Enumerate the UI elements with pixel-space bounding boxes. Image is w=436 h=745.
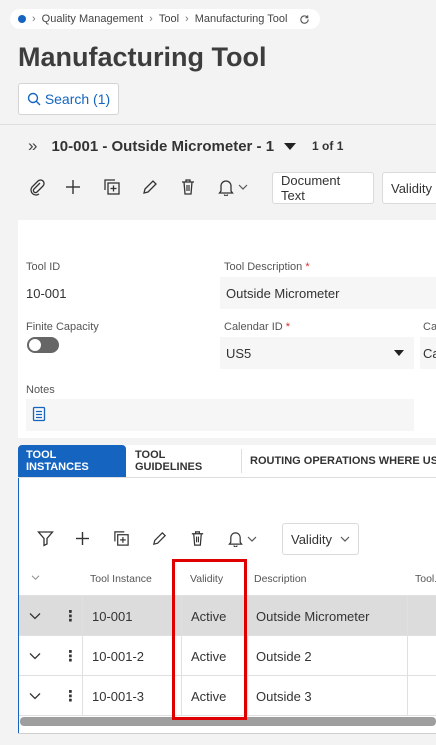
column-header-description[interactable]: Description xyxy=(254,573,307,585)
grid-validity-label: Validity xyxy=(291,531,332,547)
required-asterisk: * xyxy=(305,261,310,273)
dropdown-caret-icon xyxy=(394,350,404,356)
breadcrumb: › Quality Management › Tool › Manufactur… xyxy=(10,9,321,29)
record-title[interactable]: 10-001 - Outside Micrometer - 1 xyxy=(51,138,274,155)
tool-id-value: 10-001 xyxy=(26,286,67,301)
refresh-icon[interactable] xyxy=(299,14,310,25)
notes-field[interactable] xyxy=(26,399,414,431)
document-note-icon[interactable] xyxy=(32,406,46,422)
expand-all-chevron-icon[interactable] xyxy=(31,574,40,581)
expand-double-chevron-icon[interactable]: » xyxy=(28,136,37,156)
calendar-id-value: US5 xyxy=(226,345,252,361)
duplicate-icon[interactable] xyxy=(103,178,121,196)
bell-icon xyxy=(228,530,243,547)
page-title: Manufacturing Tool xyxy=(18,42,267,72)
edit-pencil-icon[interactable] xyxy=(141,178,159,196)
home-dot-icon[interactable] xyxy=(18,15,26,23)
ca-field[interactable]: Ca xyxy=(420,337,436,369)
tab-tool-instances[interactable]: TOOL INSTANCES xyxy=(18,445,126,478)
column-header-tool-instance[interactable]: Tool Instance xyxy=(90,573,152,585)
search-icon xyxy=(27,92,41,106)
chevron-down-icon xyxy=(238,183,248,191)
row-tool-instance: 10-001 xyxy=(92,608,133,624)
tool-id-label: Tool ID xyxy=(26,261,61,273)
chevron-right-icon: › xyxy=(149,13,153,25)
search-button-label: Search (1) xyxy=(44,91,111,107)
tool-description-label: Tool Description * xyxy=(224,261,310,273)
record-selector: » 10-001 - Outside Micrometer - 1 1 of 1 xyxy=(28,136,343,156)
bell-icon xyxy=(218,178,234,196)
tab-tool-guidelines[interactable]: TOOL GUIDELINES xyxy=(127,445,241,478)
validity-button[interactable]: Validity xyxy=(382,172,436,204)
delete-row-trash-icon[interactable] xyxy=(189,530,206,547)
document-text-button[interactable]: Document Text xyxy=(272,172,374,204)
edit-row-pencil-icon[interactable] xyxy=(151,530,168,547)
record-count: 1 of 1 xyxy=(312,139,344,153)
duplicate-row-icon[interactable] xyxy=(113,530,130,547)
panel-bottom-border xyxy=(18,733,436,734)
column-header-tool[interactable]: Tool. xyxy=(415,573,436,585)
row-description: Outside 2 xyxy=(256,648,312,664)
finite-capacity-toggle[interactable] xyxy=(27,337,59,353)
grid-validity-button[interactable]: Validity xyxy=(282,523,359,555)
row-description: Outside Micrometer xyxy=(256,608,370,624)
breadcrumb-item-manufacturing-tool: Manufacturing Tool xyxy=(194,13,288,25)
validity-highlight-box xyxy=(172,559,247,720)
row-menu-icon[interactable]: ⋮ xyxy=(63,676,78,716)
row-description: Outside 3 xyxy=(256,688,312,704)
ca-label: Ca xyxy=(423,321,436,333)
notes-label: Notes xyxy=(26,384,55,396)
chevron-down-icon xyxy=(247,535,257,543)
required-asterisk: * xyxy=(285,321,291,333)
finite-capacity-label: Finite Capacity xyxy=(26,321,99,333)
chevron-right-icon: › xyxy=(32,13,36,25)
row-tool-instance: 10-001-3 xyxy=(92,688,145,704)
row-menu-icon[interactable]: ⋮ xyxy=(63,596,78,636)
add-icon[interactable] xyxy=(64,178,82,196)
row-menu-icon[interactable]: ⋮ xyxy=(63,636,78,676)
calendar-id-label: Calendar ID * xyxy=(224,321,291,333)
attach-icon[interactable] xyxy=(28,178,46,196)
notification-bell-menu[interactable] xyxy=(218,178,248,196)
add-row-icon[interactable] xyxy=(74,530,91,547)
row-expand-chevron-icon[interactable] xyxy=(29,636,41,676)
delete-trash-icon[interactable] xyxy=(179,178,197,196)
row-expand-chevron-icon[interactable] xyxy=(29,676,41,716)
divider xyxy=(0,124,436,125)
breadcrumb-item-tool[interactable]: Tool xyxy=(159,13,179,25)
calendar-id-select[interactable]: US5 xyxy=(220,337,414,369)
search-button[interactable]: Search (1) xyxy=(18,83,119,115)
tab-routing-operations[interactable]: ROUTING OPERATIONS WHERE USE xyxy=(242,445,436,478)
tool-description-field[interactable]: Outside Micrometer xyxy=(220,277,436,309)
record-dropdown-caret-icon[interactable] xyxy=(284,142,297,150)
row-expand-chevron-icon[interactable] xyxy=(29,596,41,636)
chevron-right-icon: › xyxy=(185,13,189,25)
grid-notification-bell-menu[interactable] xyxy=(228,530,257,547)
filter-icon[interactable] xyxy=(37,530,54,547)
breadcrumb-item-quality-management[interactable]: Quality Management xyxy=(42,13,144,25)
row-tool-instance: 10-001-2 xyxy=(92,648,145,664)
chevron-down-icon xyxy=(340,535,350,543)
